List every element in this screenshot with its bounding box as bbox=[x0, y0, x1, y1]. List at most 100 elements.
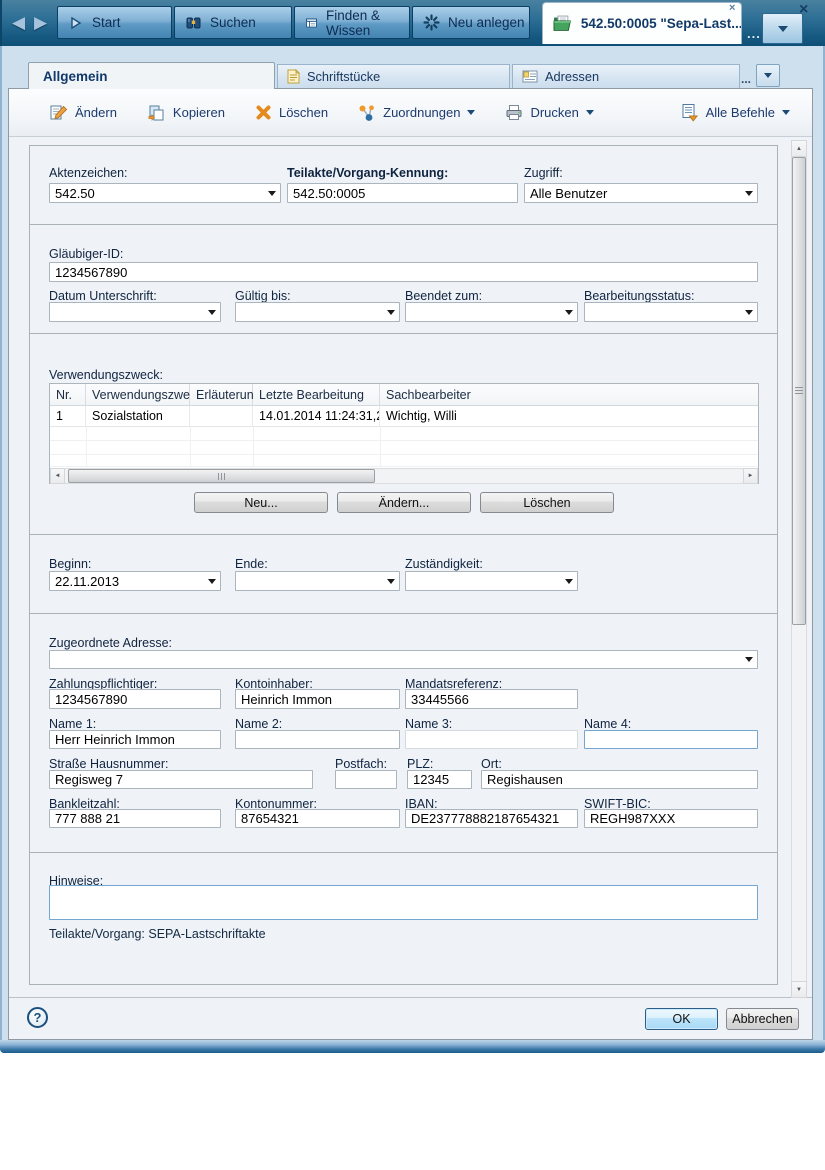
aktenzeichen-select[interactable]: 542.50 bbox=[49, 183, 281, 203]
beendet-zum-select[interactable] bbox=[405, 302, 578, 322]
loeschen-button[interactable]: Löschen bbox=[480, 492, 614, 513]
scroll-down-button[interactable]: ▼ bbox=[791, 981, 807, 998]
beendet-zum-label: Beendet zum: bbox=[405, 289, 482, 303]
toolbar-alle-befehle-button[interactable]: Alle Befehle bbox=[680, 103, 790, 122]
bankleitzahl-input[interactable] bbox=[49, 809, 221, 828]
neu-button[interactable]: Neu... bbox=[194, 492, 328, 513]
footer-divider bbox=[9, 997, 812, 998]
postfach-input[interactable] bbox=[335, 770, 397, 789]
toolbar-aendern-button[interactable]: Ändern bbox=[49, 104, 117, 122]
datum-unterschrift-select[interactable] bbox=[49, 302, 221, 322]
glaeubiger-id-input[interactable] bbox=[49, 262, 758, 282]
teilakte-kennung-label: Teilakte/Vorgang-Kennung: bbox=[287, 166, 448, 180]
zahlungspflichtiger-input[interactable] bbox=[49, 689, 221, 709]
toolbar-zuordnungen-button[interactable]: Zuordnungen bbox=[358, 104, 475, 122]
toolbar-kopieren-button[interactable]: Kopieren bbox=[147, 104, 225, 122]
vertical-scrollbar-thumb[interactable] bbox=[792, 157, 806, 625]
tab-adressen[interactable]: Adressen bbox=[512, 64, 740, 89]
mandatsreferenz-input[interactable] bbox=[405, 689, 578, 709]
zugriff-select[interactable]: Alle Benutzer bbox=[524, 183, 758, 203]
col-header-nr[interactable]: Nr. bbox=[50, 384, 86, 406]
toptab-finden-wissen[interactable]: Finden & Wissen bbox=[294, 6, 410, 39]
links-icon bbox=[358, 104, 376, 122]
table-column-separator bbox=[190, 427, 191, 467]
zugeordnete-adresse-select[interactable] bbox=[49, 650, 758, 669]
toolbar-loeschen-button[interactable]: Löschen bbox=[255, 104, 328, 121]
edit-icon bbox=[49, 104, 68, 122]
table-row-cell-letzte-bearbeitung[interactable]: 14.01.2014 11:24:31,20 bbox=[253, 406, 380, 427]
swift-bic-input[interactable] bbox=[584, 809, 758, 828]
tab-allgemein-active[interactable]: Allgemein bbox=[28, 62, 275, 89]
topbar-tablist-dropdown-button[interactable] bbox=[762, 13, 803, 44]
table-row-cell-sachbearbeiter[interactable]: Wichtig, Willi bbox=[380, 406, 758, 427]
ok-button[interactable]: OK bbox=[645, 1008, 718, 1030]
scroll-right-button[interactable]: ► bbox=[743, 468, 758, 484]
teilakte-kennung-input[interactable] bbox=[287, 183, 518, 203]
col-header-erlaeuterung[interactable]: Erläuterung bbox=[190, 384, 253, 406]
col-header-verwendungszweck[interactable]: Verwendungszweck bbox=[86, 384, 190, 406]
name2-input[interactable] bbox=[235, 730, 400, 749]
help-icon[interactable]: ? bbox=[27, 1007, 48, 1028]
postfach-label: Postfach: bbox=[335, 757, 387, 771]
toolbar-drucken-button[interactable]: Drucken bbox=[505, 104, 593, 121]
nav-back-icon[interactable]: ◀ bbox=[12, 13, 25, 33]
strasse-input[interactable] bbox=[49, 770, 313, 789]
toolbar-aendern-label: Ändern bbox=[75, 105, 117, 120]
copy-icon bbox=[147, 104, 166, 122]
scroll-down-icon: ▼ bbox=[796, 987, 802, 993]
zustaendigkeit-select[interactable] bbox=[405, 571, 578, 591]
zustaendigkeit-label: Zuständigkeit: bbox=[405, 557, 483, 571]
bearbeitungsstatus-select[interactable] bbox=[584, 302, 758, 322]
gueltig-bis-select[interactable] bbox=[235, 302, 400, 322]
scroll-up-button[interactable]: ▲ bbox=[791, 140, 807, 157]
document-tab-close-icon[interactable]: × bbox=[729, 2, 735, 14]
tabstrip-overflow-ellipsis[interactable]: ... bbox=[741, 72, 751, 86]
scroll-left-button[interactable]: ◄ bbox=[50, 468, 65, 484]
hinweise-textarea[interactable] bbox=[49, 885, 758, 920]
aendern-button[interactable]: Ändern... bbox=[337, 492, 471, 513]
plz-input[interactable] bbox=[407, 770, 472, 789]
horizontal-scrollbar-thumb[interactable] bbox=[68, 469, 375, 483]
table-empty-row[interactable] bbox=[50, 427, 758, 441]
tabstrip-dropdown-button[interactable] bbox=[756, 64, 780, 87]
iban-input[interactable] bbox=[405, 809, 578, 828]
abbrechen-button[interactable]: Abbrechen bbox=[726, 1008, 799, 1030]
toptab-start[interactable]: Start bbox=[57, 6, 172, 39]
toptab-neu-anlegen[interactable]: Neu anlegen bbox=[412, 6, 530, 39]
burst-icon bbox=[423, 14, 440, 31]
name4-input[interactable] bbox=[584, 730, 758, 749]
table-row-cell-nr[interactable]: 1 bbox=[50, 406, 86, 427]
gueltig-bis-label: Gültig bis: bbox=[235, 289, 291, 303]
col-header-letzte-bearbeitung[interactable]: Letzte Bearbeitung bbox=[253, 384, 380, 406]
toolbar-loeschen-label: Löschen bbox=[279, 105, 328, 120]
topbar-overflow-ellipsis[interactable]: ... bbox=[747, 26, 761, 41]
table-empty-row[interactable] bbox=[50, 441, 758, 455]
ende-select[interactable] bbox=[235, 571, 400, 591]
name1-input[interactable] bbox=[49, 730, 221, 749]
document-tab-active[interactable]: 542.50:0005 "Sepa-Last... bbox=[542, 2, 742, 44]
chevron-down-icon bbox=[745, 657, 753, 662]
catalog-icon bbox=[305, 15, 318, 31]
col-header-sachbearbeiter[interactable]: Sachbearbeiter bbox=[380, 384, 758, 406]
kontoinhaber-input[interactable] bbox=[235, 689, 400, 709]
chevron-down-icon bbox=[778, 26, 788, 32]
aktenzeichen-value: 542.50 bbox=[55, 186, 268, 201]
table-empty-row[interactable] bbox=[50, 455, 758, 467]
toptab-suchen[interactable]: Suchen bbox=[174, 6, 292, 39]
document-icon bbox=[287, 69, 300, 84]
chevron-down-icon bbox=[764, 73, 772, 78]
table-row-cell-erlaeuterung[interactable] bbox=[190, 406, 253, 427]
name3-label: Name 3: bbox=[405, 717, 452, 731]
glaeubiger-id-label: Gläubiger-ID: bbox=[49, 247, 123, 261]
window-close-icon[interactable]: × bbox=[799, 1, 808, 19]
beginn-select[interactable]: 22.11.2013 bbox=[49, 571, 221, 591]
nav-forward-icon[interactable]: ▶ bbox=[34, 13, 47, 33]
table-row-cell-verwendungszweck[interactable]: Sozialstation bbox=[86, 406, 190, 427]
zugriff-value: Alle Benutzer bbox=[530, 186, 745, 201]
chevron-down-icon bbox=[745, 191, 753, 196]
name3-input[interactable] bbox=[405, 730, 578, 749]
name2-label: Name 2: bbox=[235, 717, 282, 731]
tab-schriftstuecke[interactable]: Schriftstücke bbox=[277, 64, 510, 89]
kontonummer-input[interactable] bbox=[235, 809, 400, 828]
ort-input[interactable] bbox=[481, 770, 758, 789]
